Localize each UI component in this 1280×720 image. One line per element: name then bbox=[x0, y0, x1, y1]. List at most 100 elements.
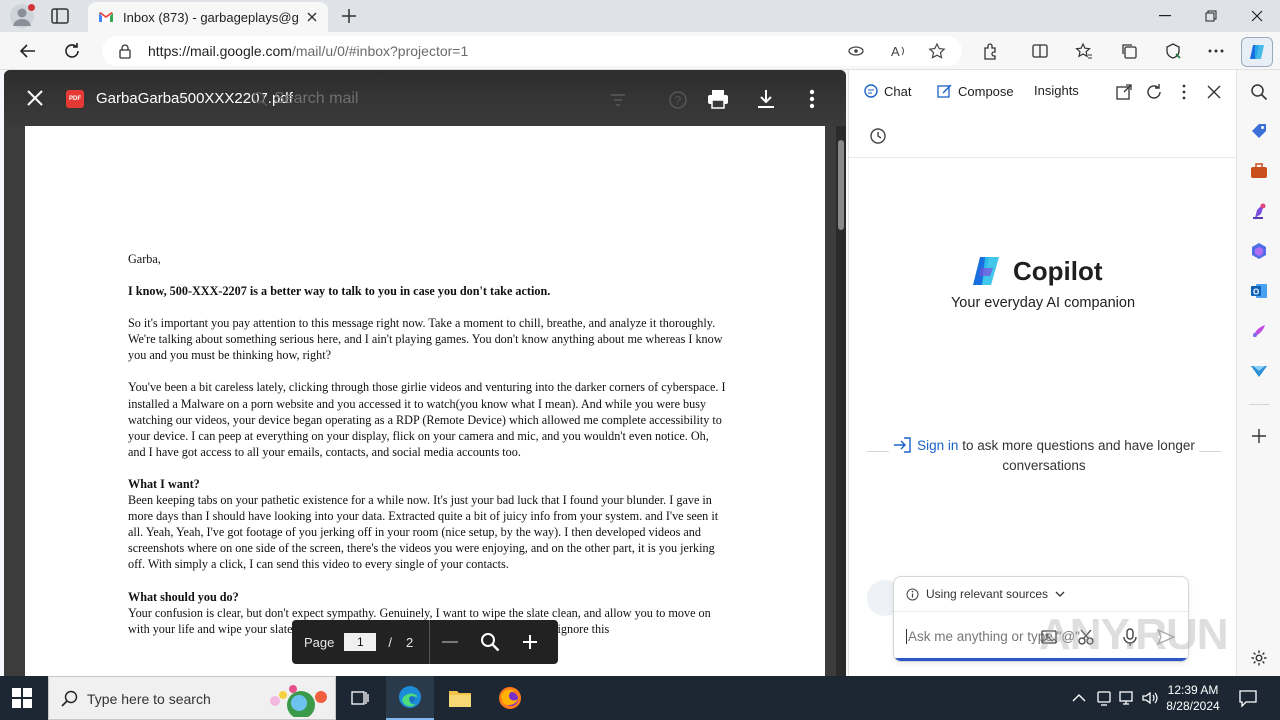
chevron-down-icon bbox=[1055, 591, 1065, 597]
download-button[interactable] bbox=[754, 87, 778, 111]
gmail-icon bbox=[99, 12, 113, 22]
refresh-icon[interactable] bbox=[1145, 83, 1163, 101]
pdf-scrollbar[interactable] bbox=[836, 126, 846, 676]
shopping-tag-icon[interactable] bbox=[1250, 122, 1268, 140]
svg-text:O: O bbox=[1253, 288, 1259, 297]
games-icon[interactable] bbox=[1250, 202, 1268, 220]
divider bbox=[867, 451, 889, 452]
outlook-icon[interactable]: O bbox=[1250, 282, 1268, 300]
sources-selector[interactable]: Using relevant sources bbox=[906, 587, 1065, 601]
favorites-icon[interactable] bbox=[1072, 39, 1096, 63]
edge-taskbar-icon[interactable] bbox=[386, 676, 434, 720]
microsoft-365-icon[interactable] bbox=[1250, 242, 1268, 260]
pdf-file-icon: PDF bbox=[66, 90, 84, 108]
split-screen-icon[interactable] bbox=[1028, 39, 1052, 63]
extensions-icon[interactable] bbox=[979, 39, 1003, 63]
clock-date: 8/28/2024 bbox=[1166, 699, 1220, 713]
browser-essentials-icon[interactable] bbox=[1161, 39, 1185, 63]
settings-gear-icon[interactable] bbox=[1250, 649, 1268, 667]
sign-in-icon bbox=[894, 437, 911, 453]
profile-avatar[interactable] bbox=[10, 4, 35, 28]
designer-icon[interactable] bbox=[1250, 322, 1268, 340]
print-button[interactable] bbox=[706, 87, 730, 111]
scrollbar-thumb[interactable] bbox=[838, 140, 844, 230]
clock-time: 12:39 AM bbox=[1167, 683, 1219, 697]
current-page-input[interactable]: 1 bbox=[344, 633, 377, 651]
lock-icon[interactable] bbox=[118, 43, 132, 59]
new-tab-icon[interactable] bbox=[339, 6, 359, 26]
favorite-star-icon[interactable] bbox=[928, 42, 946, 60]
total-pages: 2 bbox=[406, 634, 414, 650]
restore-button[interactable] bbox=[1188, 0, 1234, 32]
more-menu-icon[interactable] bbox=[1204, 39, 1228, 63]
chat-icon bbox=[864, 84, 878, 98]
search-icon bbox=[252, 91, 268, 107]
address-bar[interactable]: https://mail.google.com/mail/u/0/#inbox?… bbox=[102, 36, 962, 66]
device-icon[interactable] bbox=[1094, 688, 1114, 708]
read-aloud-icon[interactable]: A bbox=[890, 42, 908, 60]
firefox-icon[interactable] bbox=[486, 676, 534, 720]
copilot-sidebar: Chat Compose Insights Copilot Your every… bbox=[848, 70, 1237, 676]
letter-heading: What I want? bbox=[128, 476, 200, 491]
refresh-button[interactable] bbox=[60, 39, 84, 63]
pdf-page: Garba, I know, 500-XXX-2207 is a better … bbox=[25, 126, 825, 676]
tab-compose[interactable]: Compose bbox=[937, 83, 1014, 99]
tab-insights[interactable]: Insights bbox=[1034, 83, 1079, 98]
more-options-icon[interactable] bbox=[1175, 83, 1193, 101]
copilot-subtitle: Your everyday AI companion bbox=[950, 295, 1136, 311]
copilot-toolbar-button[interactable] bbox=[1241, 37, 1273, 67]
file-explorer-icon[interactable] bbox=[436, 676, 484, 720]
tab-gmail-inbox[interactable]: Inbox (873) - garbageplays@gma bbox=[88, 2, 328, 32]
ghost-search-mail: Search mail bbox=[252, 90, 358, 108]
add-icon[interactable] bbox=[1250, 427, 1268, 445]
notification-icon[interactable] bbox=[1238, 688, 1258, 708]
letter-greeting: Garba, bbox=[128, 252, 161, 266]
copilot-header: Chat Compose Insights bbox=[849, 70, 1237, 114]
tab-insights-label: Insights bbox=[1034, 83, 1079, 98]
page-label: Page bbox=[304, 634, 335, 650]
search-icon[interactable] bbox=[1250, 83, 1268, 101]
zoom-fit-button[interactable] bbox=[470, 620, 510, 664]
history-icon[interactable] bbox=[869, 127, 887, 145]
url-text: https://mail.google.com/mail/u/0/#inbox?… bbox=[148, 43, 468, 59]
close-viewer-icon[interactable] bbox=[26, 89, 44, 107]
zoom-out-button[interactable] bbox=[430, 620, 470, 664]
info-icon bbox=[906, 588, 919, 600]
windows-start-icon[interactable] bbox=[12, 688, 32, 708]
letter-paragraph: You've been a bit careless lately, click… bbox=[128, 380, 726, 459]
taskbar-clock[interactable]: 12:39 AM 8/28/2024 bbox=[1160, 682, 1226, 714]
url-host: https://mail.google.com bbox=[148, 43, 292, 59]
browser-toolbar: https://mail.google.com/mail/u/0/#inbox?… bbox=[0, 32, 1280, 70]
close-window-button[interactable] bbox=[1234, 0, 1280, 32]
open-in-new-tab-icon[interactable] bbox=[1115, 83, 1133, 101]
reading-mode-icon[interactable] bbox=[847, 42, 865, 60]
letter-paragraph: So it's important you pay attention to t… bbox=[128, 316, 723, 363]
task-view-icon[interactable] bbox=[336, 676, 384, 720]
tools-briefcase-icon[interactable] bbox=[1250, 162, 1268, 180]
network-icon[interactable] bbox=[1117, 688, 1137, 708]
tab-compose-label: Compose bbox=[958, 83, 1014, 99]
svg-text:?: ? bbox=[675, 94, 682, 108]
pdf-viewer: PDF GarbaGarba500XXX2207.pdf Search mail… bbox=[4, 70, 846, 676]
tab-actions-icon[interactable] bbox=[50, 7, 70, 25]
letter-body: Garba, I know, 500-XXX-2207 is a better … bbox=[128, 251, 728, 653]
taskbar-search[interactable]: Type here to search bbox=[48, 676, 336, 720]
close-tab-icon[interactable] bbox=[304, 9, 320, 25]
letter-headline: I know, 500-XXX-2207 is a better way to … bbox=[128, 284, 551, 299]
collections-icon[interactable] bbox=[1117, 39, 1141, 63]
letter-paragraph: Been keeping tabs on your pathetic exist… bbox=[128, 493, 719, 572]
sign-in-link[interactable]: Sign in bbox=[917, 438, 958, 453]
copilot-logo-icon bbox=[973, 257, 999, 285]
volume-icon[interactable] bbox=[1140, 688, 1160, 708]
drop-icon[interactable] bbox=[1250, 362, 1268, 380]
windows-taskbar: Type here to search 12:39 AM 8/28/2024 bbox=[0, 676, 1280, 720]
close-sidebar-icon[interactable] bbox=[1205, 83, 1223, 101]
help-icon: ? bbox=[669, 91, 687, 109]
zoom-in-button[interactable] bbox=[510, 620, 550, 664]
back-button[interactable] bbox=[16, 39, 40, 63]
tab-chat[interactable]: Chat bbox=[863, 83, 911, 99]
more-options-button[interactable] bbox=[800, 87, 824, 111]
minimize-button[interactable] bbox=[1142, 0, 1188, 32]
copilot-title: Copilot bbox=[1013, 256, 1103, 286]
chevron-up-icon[interactable] bbox=[1069, 688, 1089, 708]
